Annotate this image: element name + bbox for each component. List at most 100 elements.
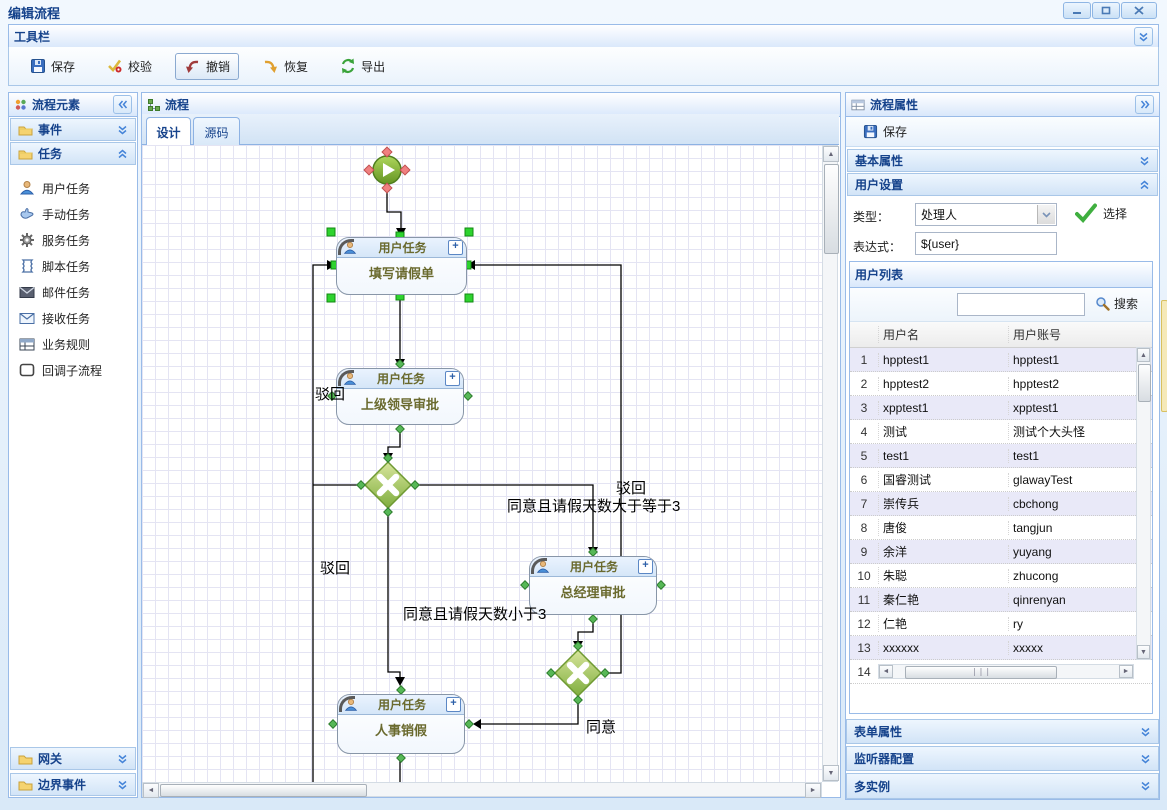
green-check-icon xyxy=(1075,203,1097,223)
palette-item-manual-task[interactable]: 手动任务 xyxy=(9,201,137,227)
add-boundary-button[interactable]: + xyxy=(638,559,653,574)
table-row[interactable]: 11 秦仁艳 qinrenyan xyxy=(850,588,1152,612)
toolbar-title: 工具栏 xyxy=(14,28,50,45)
section-gateway[interactable]: 网关 xyxy=(10,747,136,770)
task-node-gm-approve[interactable]: 用户任务 + 总经理审批 xyxy=(529,556,657,615)
table-row[interactable]: 13 xxxxxx xxxxx xyxy=(850,636,1152,660)
scroll-up-button[interactable]: ▲ xyxy=(1137,348,1150,362)
user-icon xyxy=(343,372,357,386)
table-row[interactable]: 5 test1 test1 xyxy=(850,444,1152,468)
type-select[interactable]: 处理人 xyxy=(915,203,1057,226)
section-tasks[interactable]: 任务 xyxy=(10,142,136,165)
close-button[interactable] xyxy=(1121,2,1157,19)
table-row[interactable]: 9 余洋 yuyang xyxy=(850,540,1152,564)
table-row[interactable]: 3 xpptest1 xpptest1 xyxy=(850,396,1152,420)
restore-button[interactable] xyxy=(1092,2,1120,19)
hscroll-thumb[interactable] xyxy=(160,784,367,797)
add-boundary-button[interactable]: + xyxy=(445,371,460,386)
undo-button[interactable]: 撤销 xyxy=(175,53,239,80)
gateway-node-2[interactable] xyxy=(555,650,601,696)
palette-item-service-task[interactable]: 服务任务 xyxy=(9,227,137,253)
palette-title: 流程元素 xyxy=(32,96,80,113)
table-row[interactable]: 1 hpptest1 hpptest1 xyxy=(850,348,1152,372)
chevron-down-icon xyxy=(117,125,128,135)
user-list-panel: 用户列表 搜索 用户名 用户账号 1 hpptest1 hpptest1 2 h… xyxy=(849,261,1153,714)
scroll-left-button[interactable]: ◄ xyxy=(143,783,159,798)
palette-item-receive-task[interactable]: 接收任务 xyxy=(9,305,137,331)
palette-item-call-subprocess[interactable]: 回调子流程 xyxy=(9,357,137,383)
scroll-right-button[interactable]: ► xyxy=(1119,665,1133,678)
export-button[interactable]: 导出 xyxy=(331,53,394,80)
flow-canvas[interactable]: 用户任务 + 填写请假单 用户任务 + 上级领导审批 用户任务 + 总经理审批 … xyxy=(142,145,822,782)
validate-button[interactable]: 校验 xyxy=(98,53,161,80)
properties-save-button[interactable]: 保存 xyxy=(854,118,916,145)
add-boundary-button[interactable]: + xyxy=(448,240,463,255)
table-vscroll-thumb[interactable] xyxy=(1138,364,1151,402)
scroll-down-button[interactable]: ▼ xyxy=(1137,645,1150,659)
table-row[interactable]: 2 hpptest2 hpptest2 xyxy=(850,372,1152,396)
flow-edges-layer xyxy=(142,145,822,782)
scroll-left-button[interactable]: ◄ xyxy=(879,665,893,678)
table-row[interactable]: 6 国睿测试 glawayTest xyxy=(850,468,1152,492)
table-row[interactable]: 4 测试 测试个大头怪 xyxy=(850,420,1152,444)
table-row[interactable]: 10 朱聪 zhucong xyxy=(850,564,1152,588)
section-boundary-events[interactable]: 边界事件 xyxy=(10,773,136,796)
scroll-down-button[interactable]: ▼ xyxy=(823,765,839,781)
table-row[interactable]: 12 仁艳 ry xyxy=(850,612,1152,636)
designer-tabstrip: 设计 源码 xyxy=(142,114,839,145)
table-row[interactable]: 7 崇传兵 cbchong xyxy=(850,492,1152,516)
edge-collapse-tab[interactable] xyxy=(1161,300,1167,412)
search-button[interactable]: 搜索 xyxy=(1095,295,1138,312)
toolbar-collapse-button[interactable] xyxy=(1134,27,1153,46)
section-multi-instance[interactable]: 多实例 xyxy=(846,773,1159,799)
task-node-hr-cancel-leave[interactable]: 用户任务 + 人事销假 xyxy=(337,694,465,754)
task-node-fill-leave-form[interactable]: 用户任务 + 填写请假单 xyxy=(336,237,467,295)
palette-item-script-task[interactable]: 脚本任务 xyxy=(9,253,137,279)
arrowheads xyxy=(327,228,598,729)
redo-button[interactable]: 恢复 xyxy=(253,53,317,80)
col-account[interactable]: 用户账号 xyxy=(1008,326,1135,343)
task-node-supervisor-approve[interactable]: 用户任务 + 上级领导审批 xyxy=(336,368,464,425)
canvas-vscrollbar[interactable]: ▲ ▼ xyxy=(822,145,838,782)
row-index: 1 xyxy=(850,353,878,367)
table-row[interactable]: 8 唐俊 tangjun xyxy=(850,516,1152,540)
table-vscrollbar[interactable]: ▲ ▼ xyxy=(1136,347,1151,660)
chevron-right-icon xyxy=(1140,99,1150,110)
add-boundary-button[interactable]: + xyxy=(446,697,461,712)
properties-collapse-button[interactable] xyxy=(1135,95,1154,114)
expression-input[interactable] xyxy=(915,232,1057,255)
subprocess-icon xyxy=(19,363,35,377)
section-events[interactable]: 事件 xyxy=(10,118,136,141)
section-listener-config[interactable]: 监听器配置 xyxy=(846,746,1159,771)
section-user-settings[interactable]: 用户设置 xyxy=(847,173,1158,196)
edge-label-reject-1: 驳回 xyxy=(315,383,345,404)
gateway-node-1[interactable] xyxy=(365,462,411,508)
palette-collapse-button[interactable] xyxy=(113,95,132,114)
user-search-input[interactable] xyxy=(957,293,1085,316)
tab-design[interactable]: 设计 xyxy=(146,117,191,147)
start-event-node[interactable] xyxy=(373,156,401,184)
palette-item-mail-task[interactable]: 邮件任务 xyxy=(9,279,137,305)
table-row-partial[interactable]: 14 ◄ ❘❘❘ ► xyxy=(850,660,1152,684)
canvas-hscrollbar[interactable]: ◄ ► xyxy=(142,782,822,797)
save-button[interactable]: 保存 xyxy=(21,53,84,80)
scroll-right-button[interactable]: ► xyxy=(805,783,821,798)
scroll-up-button[interactable]: ▲ xyxy=(823,146,839,162)
palette-item-user-task[interactable]: 用户任务 xyxy=(9,175,137,201)
chevron-down-icon xyxy=(1140,781,1151,791)
table-hscroll-thumb[interactable]: ❘❘❘ xyxy=(905,666,1057,679)
select-user-button[interactable]: 选择 xyxy=(1075,203,1127,223)
chevron-down-icon xyxy=(117,754,128,764)
vscroll-thumb[interactable] xyxy=(824,164,839,254)
tab-source[interactable]: 源码 xyxy=(193,117,240,146)
minimize-button[interactable] xyxy=(1063,2,1091,19)
table-hscrollbar[interactable]: ◄ ❘❘❘ ► xyxy=(878,664,1134,679)
chevron-down-icon xyxy=(1139,156,1150,166)
col-username[interactable]: 用户名 xyxy=(878,326,1008,343)
user-name-cell: 国睿测试 xyxy=(878,471,1008,488)
section-basic-properties[interactable]: 基本属性 xyxy=(847,149,1158,172)
section-form-properties[interactable]: 表单属性 xyxy=(846,719,1159,744)
palette-item-business-rule[interactable]: 业务规则 xyxy=(9,331,137,357)
user-account-cell: zhucong xyxy=(1008,569,1135,583)
chevron-up-icon xyxy=(1139,180,1150,190)
